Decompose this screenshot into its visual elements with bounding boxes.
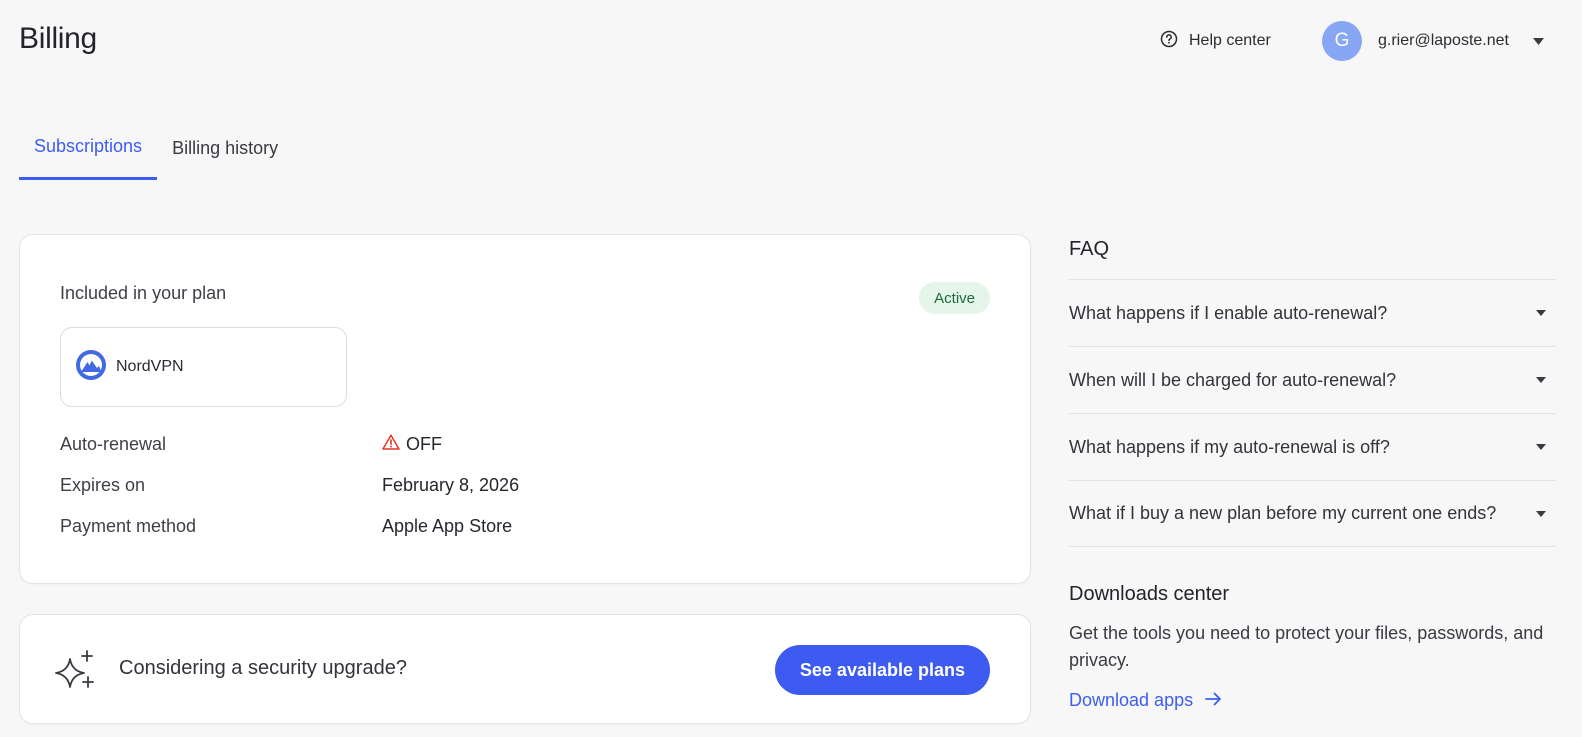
download-apps-link[interactable]: Download apps	[1069, 690, 1222, 711]
faq-question: When will I be charged for auto-renewal?	[1069, 369, 1397, 390]
billing-page: Billing Help center G g.rier@laposte.net…	[0, 0, 1582, 737]
detail-value: OFF	[382, 434, 442, 455]
auto-renewal-value: OFF	[406, 434, 442, 454]
avatar: G	[1322, 21, 1362, 61]
chevron-down-icon	[1536, 310, 1546, 316]
detail-expires-on: Expires on February 8, 2026	[60, 475, 960, 496]
downloads-description: Get the tools you need to protect your f…	[1069, 623, 1544, 670]
faq-question: What if I buy a new plan before my curre…	[1069, 503, 1497, 523]
payment-method-value: Apple App Store	[382, 516, 513, 536]
see-available-plans-button[interactable]: See available plans	[774, 645, 990, 695]
warning-triangle-icon	[382, 434, 400, 455]
upgrade-card: Considering a security upgrade? See avai…	[19, 614, 1031, 724]
help-center-label: Help center	[1189, 32, 1271, 49]
downloads-title: Downloads center	[1069, 583, 1230, 605]
product-tile-nordvpn: NordVPN	[60, 327, 347, 407]
nordvpn-logo-icon	[76, 349, 106, 385]
page-title: Billing	[19, 22, 97, 55]
chevron-down-icon	[1532, 37, 1544, 45]
faq-item[interactable]: What happens if I enable auto-renewal?	[1069, 279, 1556, 346]
faq-item[interactable]: When will I be charged for auto-renewal?	[1069, 346, 1556, 413]
sparkle-icon	[53, 650, 97, 695]
user-menu[interactable]: G g.rier@laposte.net	[1322, 21, 1544, 61]
faq-list: What happens if I enable auto-renewal? W…	[1069, 279, 1556, 547]
included-in-plan-label: Included in your plan	[60, 283, 227, 303]
faq-question: What happens if I enable auto-renewal?	[1069, 302, 1388, 323]
arrow-right-icon	[1205, 690, 1222, 711]
plan-card: Included in your plan Active NordVPN Aut…	[19, 234, 1031, 584]
faq-question: What happens if my auto-renewal is off?	[1069, 436, 1390, 457]
chevron-down-icon	[1536, 510, 1546, 517]
chevron-down-icon	[1536, 377, 1546, 383]
tab-bar: Subscriptions Billing history	[19, 126, 293, 180]
detail-label: Auto-renewal	[60, 434, 167, 454]
tab-subscriptions[interactable]: Subscriptions	[19, 126, 158, 180]
detail-payment-method: Payment method Apple App Store	[60, 516, 960, 537]
faq-item[interactable]: What happens if my auto-renewal is off?	[1069, 413, 1556, 480]
download-apps-label: Download apps	[1069, 690, 1194, 710]
question-circle-icon	[1160, 30, 1178, 53]
user-email: g.rier@laposte.net	[1378, 32, 1509, 49]
faq-item[interactable]: What if I buy a new plan before my curre…	[1069, 480, 1556, 547]
chevron-down-icon	[1536, 444, 1546, 450]
help-center-link[interactable]: Help center	[1160, 30, 1271, 52]
tab-billing-history[interactable]: Billing history	[157, 126, 293, 180]
expires-on-value: February 8, 2026	[382, 475, 520, 495]
detail-auto-renewal: Auto-renewal OFF	[60, 434, 960, 455]
detail-label: Payment method	[60, 516, 197, 536]
upgrade-prompt: Considering a security upgrade?	[119, 657, 407, 679]
faq-title: FAQ	[1069, 238, 1110, 260]
status-badge: Active	[919, 282, 990, 314]
detail-label: Expires on	[60, 475, 146, 495]
product-name: NordVPN	[116, 358, 184, 375]
